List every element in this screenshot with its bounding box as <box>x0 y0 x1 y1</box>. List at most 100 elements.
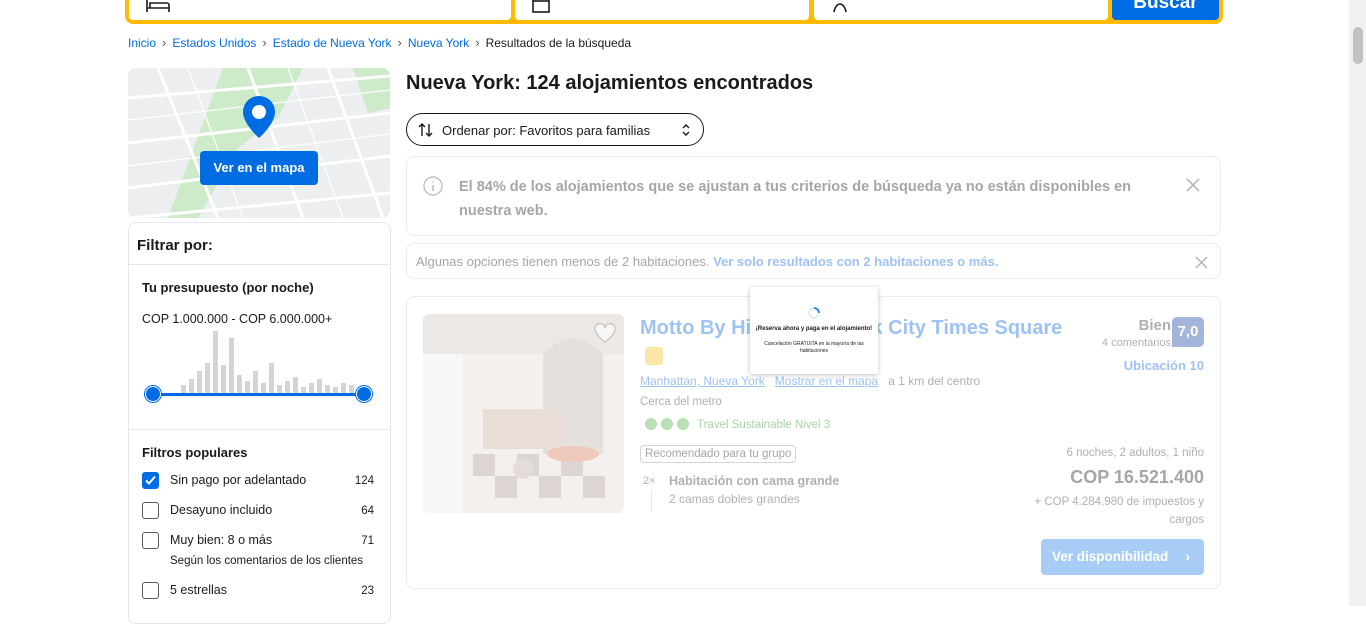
filter-label: Muy bien: 8 o más <box>170 533 273 547</box>
calendar-icon <box>532 0 550 13</box>
filter-title: Filtrar por: <box>137 237 213 254</box>
histogram-bar <box>229 338 234 393</box>
room-beds: 2 camas dobles grandes <box>669 492 800 506</box>
filter-no-prepayment[interactable]: Sin pago por adelantado 124 <box>142 472 374 492</box>
filter-count: 23 <box>361 585 374 597</box>
histogram-bar <box>349 385 354 393</box>
breadcrumb-nueva-york[interactable]: Nueva York <box>408 36 469 50</box>
recommended-badge: Recomendado para tu grupo <box>640 445 797 463</box>
show-on-map-button[interactable]: Ver en el mapa <box>200 151 318 185</box>
checkbox-checked[interactable] <box>142 472 159 489</box>
dates-field[interactable] <box>515 0 809 20</box>
search-button-label: Buscar <box>1133 0 1198 13</box>
sort-dropdown[interactable]: Ordenar por: Favoritos para familias <box>406 113 704 146</box>
rooms-filter-link[interactable]: Ver solo resultados con 2 habitaciones o… <box>713 254 998 269</box>
divider <box>129 264 390 265</box>
histogram-bar <box>341 383 346 393</box>
histogram-bar <box>189 379 194 393</box>
loading-spinner-icon <box>808 307 820 319</box>
breadcrumb-current: Resultados de la búsqueda <box>485 35 632 50</box>
rating-word: Bien <box>1138 317 1171 334</box>
search-bar: Buscar <box>125 0 1223 24</box>
breadcrumb-inicio[interactable]: Inicio <box>128 36 156 50</box>
filter-breakfast[interactable]: Desayuno incluido 64 <box>142 502 374 522</box>
histogram-bar <box>221 365 226 393</box>
distance-text: a 1 km del centro <box>888 374 981 388</box>
checkbox[interactable] <box>142 502 159 519</box>
map-pin-icon <box>243 96 275 138</box>
histogram-bar <box>197 371 202 393</box>
filter-label: 5 estrellas <box>170 583 227 597</box>
filter-count: 124 <box>354 475 374 487</box>
price-slider-min-handle[interactable] <box>145 386 161 402</box>
results-title: Nueva York: 124 alojamientos encontrados <box>406 72 814 94</box>
filter-count: 71 <box>361 535 374 547</box>
loading-popup: ¡Reserva ahora y paga en el alojamiento!… <box>750 287 878 374</box>
divider <box>129 429 390 430</box>
metro-text: Cerca del metro <box>640 396 722 408</box>
histogram-bar <box>277 385 282 393</box>
show-on-map-link[interactable]: Mostrar en el mapa <box>775 374 878 388</box>
search-button[interactable]: Buscar <box>1112 0 1219 20</box>
close-icon[interactable] <box>1195 256 1208 269</box>
taxes-text: + COP 4.284.980 de impuestos y cargos <box>1034 496 1204 526</box>
rooms-notice-text: Algunas opciones tienen menos de 2 habit… <box>416 254 710 269</box>
see-availability-label: Ver disponibilidad <box>1052 549 1169 564</box>
location-score: Ubicación 10 <box>1123 358 1204 373</box>
room-name: Habitación con cama grande <box>669 474 840 488</box>
check-icon <box>145 475 156 485</box>
room-count: 2× <box>643 475 656 487</box>
histogram-bar <box>261 383 266 393</box>
sort-label: Ordenar por: Favoritos para familias <box>442 123 651 138</box>
price-slider-max-handle[interactable] <box>356 386 372 402</box>
map-preview[interactable]: Ver en el mapa <box>128 68 390 218</box>
budget-range: COP 1.000.000 - COP 6.000.000+ <box>142 312 333 326</box>
filter-count: 64 <box>361 505 374 517</box>
histogram-bar <box>325 385 330 393</box>
area-link[interactable]: Manhattan, Nueva York <box>640 374 765 388</box>
breadcrumb: Inicio › Estados Unidos › Estado de Nuev… <box>128 35 631 50</box>
person-icon <box>833 3 847 13</box>
price-slider-track[interactable] <box>151 393 364 396</box>
checkbox[interactable] <box>142 582 159 599</box>
filter-label: Desayuno incluido <box>170 503 273 517</box>
destination-field[interactable] <box>129 0 511 20</box>
page-scrollbar[interactable] <box>1349 0 1366 606</box>
chevron-right-icon: › <box>397 35 402 50</box>
filter-panel: Filtrar por: Tu presupuesto (por noche) … <box>128 222 391 624</box>
thumbs-up-icon <box>645 347 663 365</box>
review-count: 4 comentarios <box>1101 337 1171 349</box>
breadcrumb-estado-nueva-york[interactable]: Estado de Nueva York <box>273 36 392 50</box>
popup-subtitle: Cancelación GRATUITA en la mayoría de la… <box>764 341 864 354</box>
heart-icon[interactable] <box>593 322 617 344</box>
popup-title: ¡Reserva ahora y paga en el alojamiento! <box>755 326 873 332</box>
budget-title: Tu presupuesto (por noche) <box>142 280 314 295</box>
see-availability-button[interactable]: Ver disponibilidad › <box>1041 539 1204 575</box>
filter-sublabel: Según los comentarios de los clientes <box>170 555 364 567</box>
price-histogram <box>151 331 366 393</box>
property-location: Manhattan, Nueva York Mostrar en el mapa… <box>640 374 980 388</box>
histogram-bar <box>237 375 242 393</box>
histogram-bar <box>285 381 290 393</box>
histogram-bar <box>269 363 274 393</box>
histogram-bar <box>293 377 298 393</box>
filter-very-good[interactable]: Muy bien: 8 o más 71 <box>142 532 374 552</box>
stay-details: 6 noches, 2 adultos, 1 niño <box>1066 447 1204 459</box>
popular-filters-title: Filtros populares <box>142 445 248 460</box>
checkbox[interactable] <box>142 532 159 549</box>
histogram-bar <box>245 381 250 393</box>
chevron-updown-icon <box>682 124 690 136</box>
histogram-bar <box>213 331 218 393</box>
bed-icon <box>146 0 170 12</box>
close-icon[interactable] <box>1186 178 1200 192</box>
scrollbar-thumb[interactable] <box>1353 27 1363 64</box>
filter-5-stars[interactable]: 5 estrellas 23 <box>142 582 374 602</box>
histogram-bar <box>309 383 314 393</box>
notice-text: El 84% de los alojamientos que se ajusta… <box>459 179 1132 219</box>
review-score-badge[interactable]: 7,0 <box>1172 317 1204 347</box>
histogram-bar <box>181 385 186 393</box>
guests-field[interactable] <box>814 0 1108 20</box>
sustainable-badge: Travel Sustainable Nivel 3 <box>697 419 831 431</box>
breadcrumb-estados-unidos[interactable]: Estados Unidos <box>172 36 256 50</box>
map-background <box>128 68 390 218</box>
